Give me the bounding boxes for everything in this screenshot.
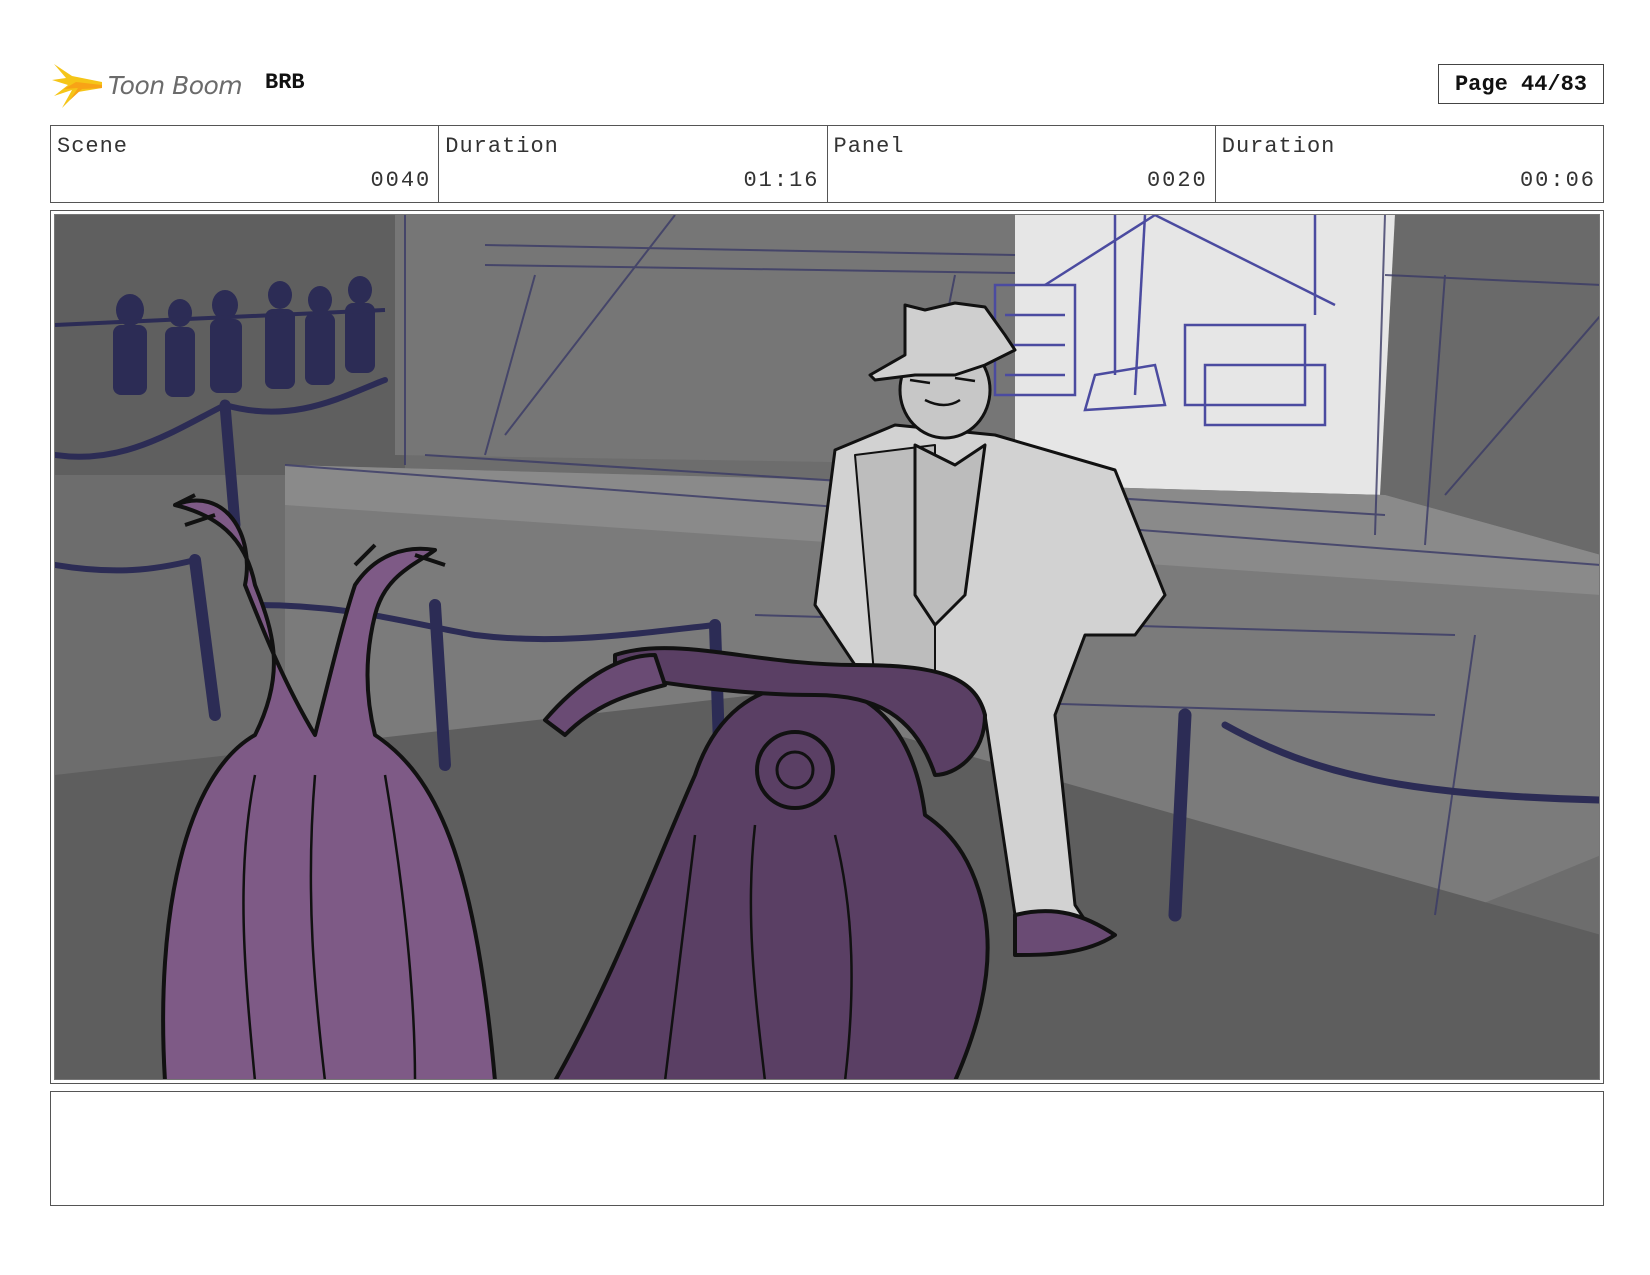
panel-cell: Panel 0020: [828, 126, 1216, 202]
panel-duration-cell: Duration 00:06: [1216, 126, 1603, 202]
panel-info-row: Scene 0040 Duration 01:16 Panel 0020 Dur…: [50, 125, 1604, 203]
toon-boom-logo: Toon Boom: [52, 58, 243, 112]
panel-value: 0020: [1146, 168, 1208, 193]
scene-duration-cell: Duration 01:16: [439, 126, 828, 202]
scene-value: 0040: [370, 168, 432, 193]
storyboard-panel-drawing: [54, 214, 1600, 1080]
toon-boom-burst-icon: [52, 64, 102, 108]
page-number: Page 44/83: [1438, 64, 1604, 104]
panel-label: Panel: [833, 134, 905, 159]
scene-label: Scene: [57, 134, 129, 159]
scene-cell: Scene 0040: [51, 126, 440, 202]
panel-notes-box[interactable]: [50, 1091, 1604, 1206]
project-title: BRB: [265, 70, 305, 95]
scene-duration-label: Duration: [445, 134, 559, 159]
panel-duration-label: Duration: [1221, 134, 1336, 159]
brand-name: Toon Boom: [108, 70, 243, 100]
panel-duration-value: 00:06: [1519, 168, 1596, 193]
scene-duration-value: 01:16: [743, 168, 820, 193]
